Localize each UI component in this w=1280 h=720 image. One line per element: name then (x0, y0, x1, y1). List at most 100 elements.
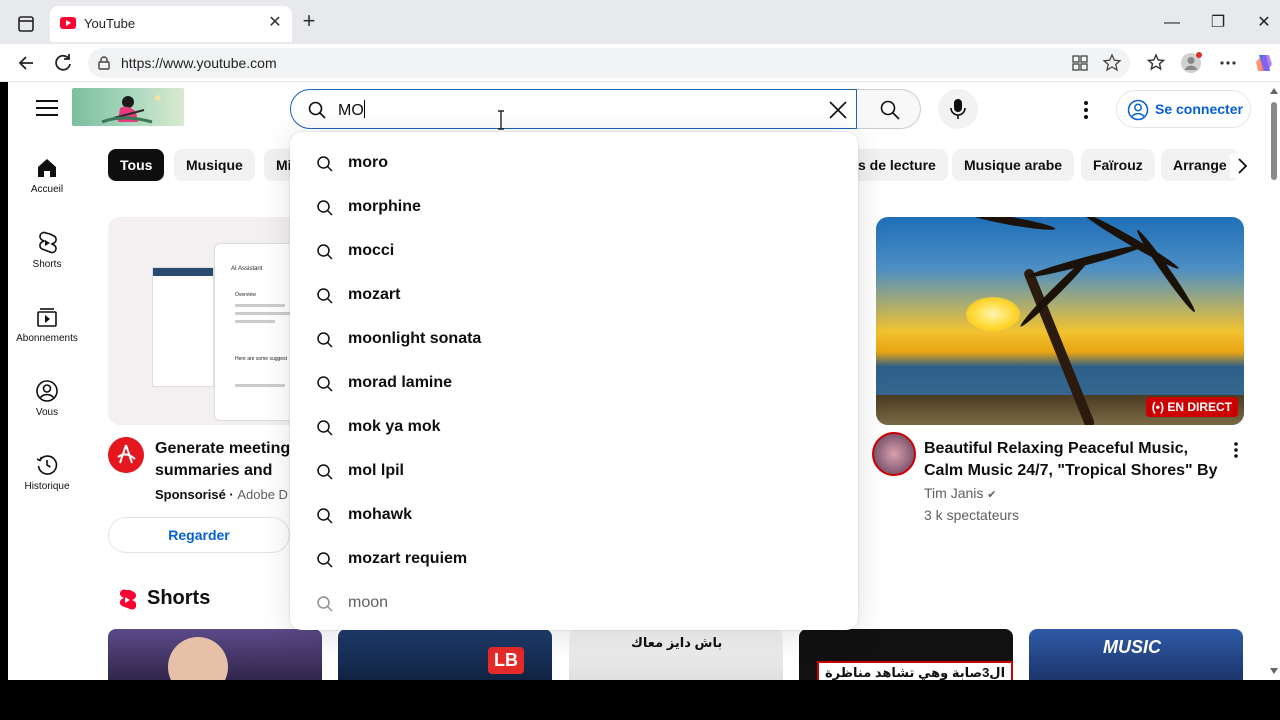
watch-button[interactable]: Regarder (108, 517, 290, 553)
sidebar-item-label: Historique (24, 481, 70, 492)
tab-close-icon[interactable]: ✕ (266, 14, 284, 32)
page-scrollbar[interactable] (1268, 82, 1280, 680)
browser-tab-youtube[interactable]: YouTube ✕ (50, 6, 292, 42)
screen: YouTube ✕ + — ❐ ✕ https://www.youtube.co… (0, 0, 1280, 720)
short-caption: MUSIC (1103, 637, 1161, 657)
live-video-title[interactable]: Beautiful Relaxing Peaceful Music, Calm … (924, 438, 1224, 482)
search-icon (308, 101, 326, 119)
video-menu-icon[interactable] (1228, 440, 1244, 460)
verified-icon: ✔ (987, 489, 997, 501)
suggestion-item[interactable]: moonlight sonata (290, 318, 858, 362)
tab-actions-icon[interactable] (14, 12, 38, 36)
scroll-down-arrow-icon[interactable] (1270, 668, 1278, 674)
suggestion-item[interactable]: mok ya mok (290, 406, 858, 450)
short-thumbnail[interactable]: LB (338, 629, 552, 680)
refresh-icon[interactable] (49, 49, 77, 77)
voice-search-button[interactable] (938, 89, 978, 129)
search-button[interactable] (857, 89, 921, 129)
browser-tab-bar: YouTube ✕ + — ❐ ✕ (0, 0, 1280, 44)
sidebar-item-subscriptions[interactable]: Abonnements (8, 305, 86, 344)
back-arrow-icon[interactable] (13, 49, 41, 77)
short-thumbnail[interactable]: باش دايز معاك (569, 629, 783, 680)
suggestion-text: moonlight sonata (348, 330, 482, 347)
adobe-acrobat-logo[interactable] (108, 437, 144, 473)
profile-icon[interactable] (1180, 52, 1202, 74)
clear-search-icon[interactable] (826, 98, 850, 122)
short-caption: ال3صابة وهي تشاهد مناظرة (817, 661, 1013, 680)
suggestion-item[interactable]: morad lamine (290, 362, 858, 406)
maximize-button[interactable]: ❐ (1203, 8, 1233, 38)
search-icon (317, 200, 333, 216)
shorts-logo-icon (119, 589, 136, 610)
youtube-doodle-logo[interactable] (72, 88, 184, 126)
youtube-favicon-icon (60, 17, 76, 29)
favorite-star-icon[interactable] (1102, 53, 1122, 73)
suggestion-text: mol lpil (348, 462, 404, 479)
chip-all[interactable]: Tous (108, 149, 165, 181)
suggestion-item[interactable]: mozart (290, 274, 858, 318)
channel-name[interactable]: Tim Janis ✔ (924, 485, 997, 501)
sidebar-item-shorts[interactable]: Shorts (8, 231, 86, 270)
app-available-icon[interactable] (1070, 53, 1090, 73)
suggestion-item[interactable]: morphine (290, 186, 858, 230)
search-icon (317, 288, 333, 304)
sidebar-item-you[interactable]: Vous (8, 379, 86, 418)
history-icon (36, 455, 58, 475)
sponsor-name: Adobe D (237, 487, 288, 502)
favorites-icon[interactable] (1145, 52, 1167, 74)
suggestion-item[interactable]: moon (290, 582, 858, 626)
search-icon (317, 332, 333, 348)
suggestion-text: mok ya mok (348, 418, 441, 435)
suggestion-item[interactable]: moro (290, 142, 858, 186)
text-cursor-icon (498, 110, 504, 130)
sun-image (966, 297, 1020, 331)
channel-avatar[interactable] (872, 432, 916, 476)
sign-in-button[interactable]: Se connecter (1116, 90, 1251, 128)
chip-arab-music[interactable]: Musique arabe (952, 149, 1075, 181)
ad-panel-prompt: Here are some suggest (235, 356, 287, 362)
suggestion-item[interactable]: mocci (290, 230, 858, 274)
chip-fairouz[interactable]: Faïrouz (1081, 149, 1155, 181)
close-window-button[interactable]: ✕ (1249, 8, 1279, 38)
search-icon (317, 156, 333, 172)
url-text: https://www.youtube.com (121, 55, 277, 71)
site-info-icon[interactable] (96, 55, 112, 71)
more-options-icon[interactable] (1076, 98, 1096, 122)
short-thumbnail[interactable] (108, 629, 322, 680)
live-video-thumbnail[interactable]: (•) EN DIRECT (876, 217, 1244, 425)
minimize-button[interactable]: — (1157, 8, 1187, 38)
search-icon (317, 464, 333, 480)
short-thumbnail[interactable]: MUSIC (1029, 629, 1243, 680)
tab-title: YouTube (84, 16, 136, 31)
chip-arrange[interactable]: Arrange (1161, 149, 1239, 181)
sidebar-item-history[interactable]: Historique (8, 453, 86, 492)
suggestion-item[interactable]: mohawk (290, 494, 858, 538)
settings-more-icon[interactable] (1217, 52, 1239, 74)
sidebar-item-home[interactable]: Accueil (8, 156, 86, 195)
chip-music[interactable]: Musique (174, 149, 255, 181)
suggestion-text: moro (348, 154, 388, 171)
sidebar-item-label: Accueil (30, 184, 64, 195)
search-query-text: MO (338, 100, 365, 119)
ad-sponsored-line: Sponsorisé · Adobe D (155, 487, 288, 502)
search-input[interactable]: MO (290, 89, 857, 129)
search-suggestions-dropdown: moro morphine mocci mozart moonlight son… (290, 132, 858, 630)
chevron-right-icon[interactable] (1230, 154, 1254, 178)
suggestion-text: mozart requiem (348, 550, 468, 567)
short-thumbnail[interactable]: ال3صابة وهي تشاهد مناظرة (799, 629, 1013, 680)
scroll-up-arrow-icon[interactable] (1270, 88, 1278, 94)
search-icon (317, 552, 333, 568)
subscriptions-icon (37, 308, 57, 327)
chip-playlists[interactable]: s de lecture (846, 149, 948, 181)
guide-menu-icon[interactable] (36, 100, 58, 118)
new-tab-button[interactable]: + (298, 10, 320, 32)
url-bar[interactable]: https://www.youtube.com (88, 48, 1130, 78)
scroll-thumb[interactable] (1271, 102, 1277, 180)
ad-title[interactable]: Generate meeting summaries and action it… (155, 438, 295, 482)
sidebar-item-label: Vous (35, 407, 59, 418)
suggestion-text: mozart (348, 286, 401, 303)
suggestion-item[interactable]: mozart requiem (290, 538, 858, 582)
suggestion-item[interactable]: mol lpil (290, 450, 858, 494)
sign-in-label: Se connecter (1155, 101, 1243, 117)
copilot-icon[interactable] (1253, 52, 1275, 74)
